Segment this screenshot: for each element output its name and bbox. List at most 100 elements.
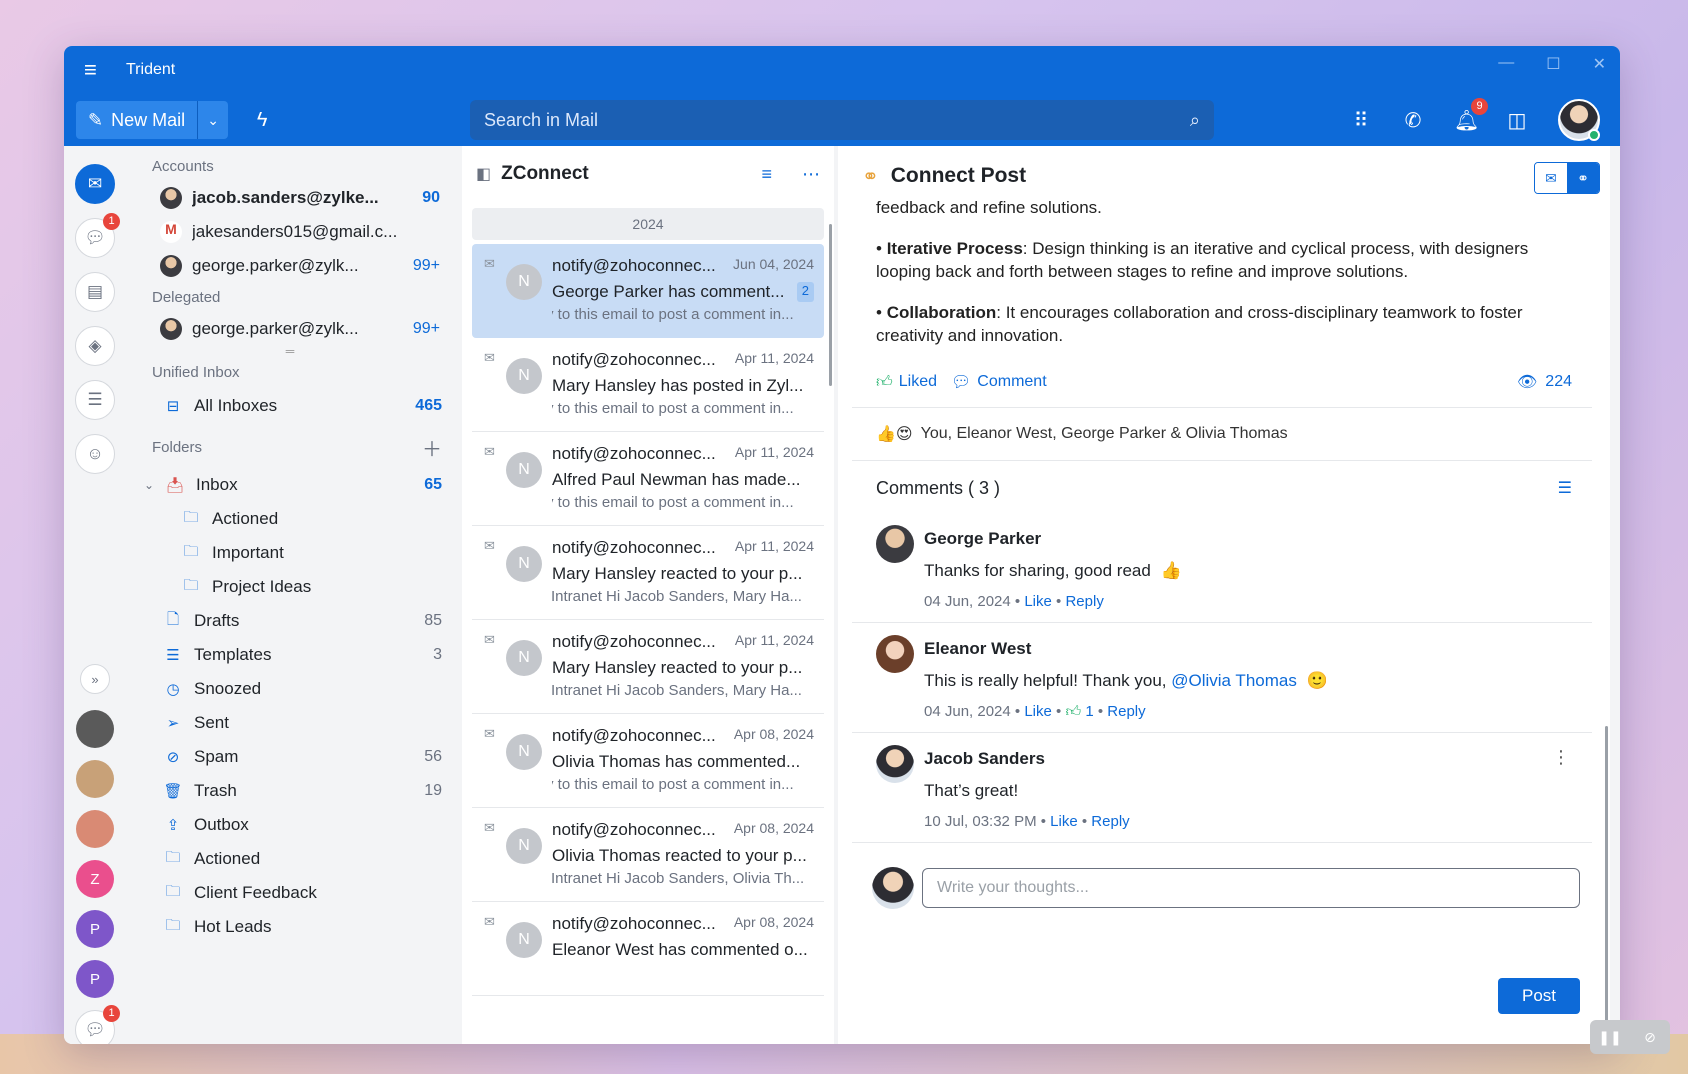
message-item[interactable]: ✉ Nnotify@zohoconnec... Apr 08, 2024 Eleano… (472, 902, 824, 996)
message-subject: George Parker has comment... (552, 282, 785, 301)
folder-item[interactable]: ➢ Sent (138, 706, 442, 740)
reply-link[interactable]: Reply (1091, 813, 1129, 830)
comment-message: That’s great! (924, 781, 1019, 800)
sender-avatar: N (506, 546, 542, 582)
rail-avatar[interactable] (76, 760, 114, 798)
delegated-label: Delegated (152, 289, 221, 306)
comment-button[interactable]: Comment (977, 373, 1046, 391)
envelope-icon: ✉ (484, 538, 495, 553)
sort-icon[interactable]: ☰ (1558, 478, 1572, 498)
post-button[interactable]: Post (1498, 978, 1580, 1014)
collapse-panel-icon[interactable]: ◧ (476, 164, 491, 184)
envelope-icon: ✉ (484, 726, 495, 741)
folder-item[interactable]: ⇪ Outbox (138, 808, 442, 842)
contacts-app-button[interactable]: ☺ (75, 434, 115, 474)
resize-handle[interactable]: ═ (138, 345, 442, 357)
close-icon[interactable]: ✕ (1593, 54, 1606, 74)
tasks-app-button[interactable]: ◈ (75, 326, 115, 366)
account-item[interactable]: george.parker@zylk... 99+ (138, 249, 442, 283)
mail-view-icon[interactable]: ✉ (1535, 163, 1567, 193)
apps-grid-icon[interactable]: ⠿ (1350, 108, 1372, 133)
phone-icon[interactable]: ✆ (1402, 108, 1424, 133)
new-mail-button[interactable]: ✎ New Mail (76, 101, 199, 139)
subfolder-item[interactable]: 🗀 Project Ideas (138, 570, 442, 604)
folder-item[interactable]: 🗑︎ Trash 19 (138, 774, 442, 808)
reaction-thumbs-icon: 👍︎ (1065, 703, 1082, 720)
bolt-icon[interactable]: ϟ (242, 101, 282, 139)
folder-name: Hot Leads (194, 917, 272, 936)
message-text: notify@zohoconnec... Apr 08, 2024 Olivia T… (552, 726, 814, 807)
chevron-down-icon[interactable]: ⌄ (198, 112, 228, 129)
folder-item[interactable]: 🗀 Client Feedback (138, 876, 442, 910)
profile-avatar[interactable] (1558, 99, 1600, 141)
likers-row[interactable]: 👍😍 You, Eleanor West, George Parker & Ol… (852, 407, 1592, 461)
subfolder-item[interactable]: 🗀 Important (138, 536, 442, 570)
message-item[interactable]: ✉ Nnotify@zohoconnec... Apr 11, 2024 Alfred… (472, 432, 824, 526)
filter-icon[interactable]: ≡ (761, 164, 772, 185)
mention-link[interactable]: @Olivia Thomas (1171, 671, 1297, 690)
expand-rail-button[interactable]: » (80, 664, 110, 694)
folder-item[interactable]: 🗀 Hot Leads (138, 910, 442, 944)
add-folder-icon[interactable]: ＋ (422, 433, 442, 462)
folder-item[interactable]: 🗋 Drafts 85 (138, 604, 442, 638)
like-link[interactable]: Like (1024, 593, 1052, 610)
message-header: notify@zohoconnec... Apr 08, 2024 (552, 726, 814, 746)
mail-app-button[interactable]: ✉ (75, 164, 115, 204)
notes-app-button[interactable]: ☰ (75, 380, 115, 420)
message-list: ◧ ZConnect ≡ ⋯ 2024 ✉ Nnotify@zohoconnec.… (462, 146, 834, 1044)
reading-scrollbar[interactable] (1605, 726, 1608, 1044)
folder-count: 85 (424, 612, 442, 629)
message-item[interactable]: ✉ Nnotify@zohoconnec... Apr 08, 2024 Olivia… (472, 714, 824, 808)
inbox-item[interactable]: ⌄ 📥︎ Inbox 65 (138, 468, 442, 502)
rail-avatar[interactable] (76, 810, 114, 848)
stop-recording-icon[interactable]: ⊘ (1630, 1020, 1670, 1054)
liked-button[interactable]: Liked (899, 373, 937, 391)
account-item[interactable]: Mjakesanders015@gmail.c... (138, 215, 442, 249)
folder-item[interactable]: ☰ Templates 3 (138, 638, 442, 672)
all-inboxes-item[interactable]: ⊟ All Inboxes 465 (138, 389, 442, 423)
message-preview: - Reply to this email to post a comment … (552, 306, 794, 323)
message-subject: Alfred Paul Newman has made... (552, 470, 801, 489)
folder-item[interactable]: ⊘ Spam 56 (138, 740, 442, 774)
bottom-chat-button[interactable]: 💬︎ 1 (75, 1005, 120, 1044)
rail-avatar[interactable]: P (76, 910, 114, 948)
message-item[interactable]: ✉ Nnotify@zohoconnec... Apr 11, 2024 Mary H… (472, 338, 824, 432)
minimize-icon[interactable]: — (1498, 54, 1514, 74)
message-item[interactable]: ✉ Nnotify@zohoconnec... Apr 11, 2024 Mary H… (472, 526, 824, 620)
like-link[interactable]: Like (1024, 703, 1052, 720)
message-item[interactable]: ✉ Nnotify@zohoconnec... Apr 11, 2024 Mary H… (472, 620, 824, 714)
account-item[interactable]: jacob.sanders@zylke... 90 (138, 181, 442, 215)
pause-icon[interactable]: ❚❚ (1590, 1020, 1630, 1054)
list-scrollbar[interactable] (829, 224, 832, 386)
rail-avatar[interactable]: P (76, 960, 114, 998)
comment-input[interactable] (922, 868, 1580, 908)
emoji: 👍 (1160, 561, 1182, 580)
hamburger-menu-icon[interactable]: ≡ (84, 57, 112, 83)
folder-name: Snoozed (194, 679, 262, 698)
folder-item[interactable]: ◷ Snoozed (138, 672, 442, 706)
message-item[interactable]: ✉ Nnotify@zohoconnec... Apr 08, 2024 Olivia… (472, 808, 824, 902)
reply-link[interactable]: Reply (1107, 703, 1145, 720)
panel-toggle-icon[interactable]: ◫ (1506, 108, 1528, 133)
reply-link[interactable]: Reply (1065, 593, 1103, 610)
more-vertical-icon[interactable]: ⋮ (1552, 747, 1570, 768)
chat-icon: 💬︎ (84, 228, 106, 247)
more-options-icon[interactable]: ⋯ (802, 164, 820, 185)
search-input[interactable] (484, 109, 1190, 131)
folder-item[interactable]: 🗀 Actioned (138, 842, 442, 876)
chat-app-button[interactable]: 💬︎ 1 (75, 213, 120, 258)
maximize-icon[interactable]: ☐ (1546, 54, 1560, 74)
delegated-account-item[interactable]: george.parker@zylk... 99+ (138, 312, 442, 346)
message-item[interactable]: ✉ Nnotify@zohoconnec... Jun 04, 2024 George… (472, 244, 824, 338)
subfolder-item[interactable]: 🗀 Actioned (138, 502, 442, 536)
bell-icon[interactable]: 🔔︎ 9 (1454, 97, 1488, 133)
search-icon[interactable]: ⌕ (1190, 110, 1200, 131)
like-link[interactable]: Like (1050, 813, 1078, 830)
calendar-app-button[interactable]: ▤ (75, 272, 115, 312)
connect-view-icon[interactable]: ⚭ (1567, 163, 1599, 193)
rail-avatar[interactable]: Z (76, 860, 114, 898)
draft-icon: 🗋 (166, 610, 180, 628)
chevron-down-icon[interactable]: ⌄ (144, 478, 164, 492)
rail-avatar[interactable] (76, 710, 114, 748)
reaction-count[interactable]: 1 (1085, 703, 1093, 720)
